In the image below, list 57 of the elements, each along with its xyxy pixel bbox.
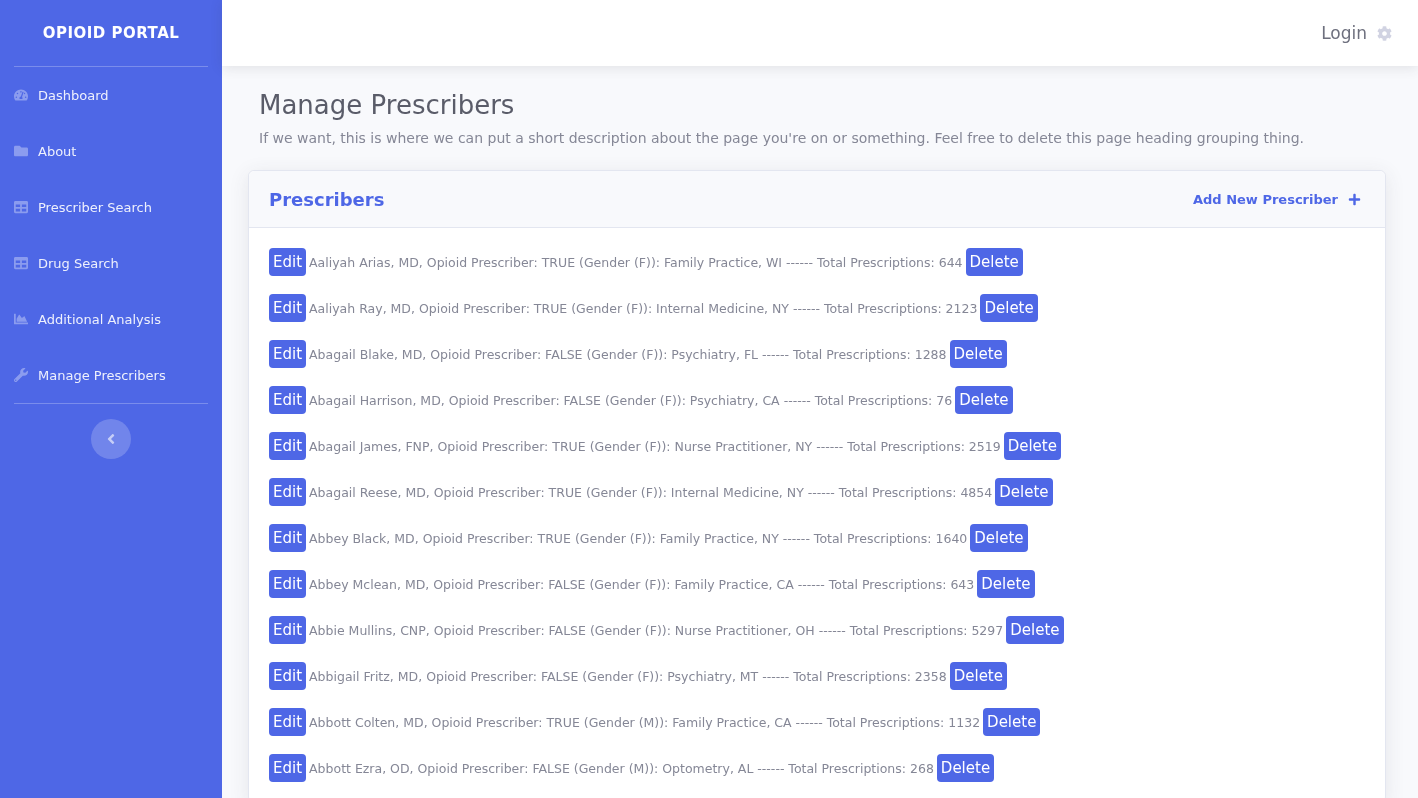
card-title: Prescribers [269,188,385,210]
edit-button[interactable]: Edit [269,662,307,690]
prescriber-entry: Abbott Ezra, OD, Opioid Prescriber: FALSE (Gender (M)): Optometry, AL ------ Total Prescriptions: 268 [309,760,934,776]
gauge-icon [14,88,28,102]
prescriber-entry: Aaliyah Arias, MD, Opioid Prescriber: TRUE (Gender (F)): Family Practice, WI ------ Total Prescriptions: 644 [309,254,963,270]
plus-icon [1348,192,1361,206]
sidebar-item[interactable]: Dashboard [14,67,208,123]
edit-button[interactable]: Edit [269,616,307,644]
brand-title: OPIOID PORTAL [14,0,208,67]
edit-button[interactable]: Edit [269,708,307,736]
edit-button[interactable]: Edit [269,478,307,506]
delete-button[interactable]: Delete [1006,616,1064,644]
delete-button[interactable]: Delete [983,708,1041,736]
login-link[interactable]: Login [1321,23,1367,43]
prescriber-entry: Aaliyah Ray, MD, Opioid Prescriber: TRUE (Gender (F)): Internal Medicine, NY ------ Total Prescriptions: 2123 [309,300,978,316]
page-description: If we want, this is where we can put a short description about the page you're on or something. Feel free to delete this page heading grouping thing. [259,130,1306,146]
delete-button[interactable]: Delete [955,386,1013,414]
sidebar-item[interactable]: Drug Search [14,235,208,291]
prescriber-entry: Abbie Mullins, CNP, Opioid Prescriber: FALSE (Gender (F)): Nurse Practitioner, OH ------ Total Prescriptions: 5297 [309,622,1004,638]
add-prescriber-link[interactable]: Add New Prescriber [1192,191,1361,207]
edit-button[interactable]: Edit [269,294,307,322]
prescriber-entry: Abagail James, FNP, Opioid Prescriber: TRUE (Gender (F)): Nurse Practitioner, NY ------ Total Prescriptions: 2519 [309,438,1001,454]
edit-button[interactable]: Edit [269,754,307,782]
prescriber-entry: Abagail Blake, MD, Opioid Prescriber: FALSE (Gender (F)): Psychiatry, FL ------ Total Prescriptions: 1288 [309,346,947,362]
edit-button[interactable]: Edit [269,248,307,276]
folder-icon [14,144,28,158]
area-chart-icon [14,312,28,326]
table-icon [14,256,28,270]
edit-button[interactable]: Edit [269,386,307,414]
sidebar-item[interactable]: Additional Analysis [14,291,208,347]
edit-button[interactable]: Edit [269,570,307,598]
sidebar-item[interactable]: Manage Prescribers [14,347,208,403]
prescriber-entry: Abagail Reese, MD, Opioid Prescriber: TRUE (Gender (F)): Internal Medicine, NY ------ Total Prescriptions: 4854 [309,484,993,500]
delete-button[interactable]: Delete [995,478,1053,506]
delete-button[interactable]: Delete [949,340,1007,368]
sidebar-item[interactable]: About [14,123,208,179]
edit-button[interactable]: Edit [269,340,307,368]
prescriber-entry: Abbey Black, MD, Opioid Prescriber: TRUE (Gender (F)): Family Practice, NY ------ Total Prescriptions: 1640 [309,530,968,546]
prescriber-entry: Abbott Colten, MD, Opioid Prescriber: TRUE (Gender (M)): Family Practice, CA ------ Total Prescriptions: 1132 [309,714,981,730]
prescriber-entry: Abbigail Fritz, MD, Opioid Prescriber: FALSE (Gender (F)): Psychiatry, MT ------ Total Prescriptions: 2358 [309,668,947,684]
wrench-icon [14,368,28,382]
page-title: Manage Prescribers [259,90,516,120]
edit-button[interactable]: Edit [269,524,307,552]
edit-button[interactable]: Edit [269,432,307,460]
delete-button[interactable]: Delete [949,662,1007,690]
prescriber-entry: Abbey Mclean, MD, Opioid Prescriber: FALSE (Gender (F)): Family Practice, CA ------ Total Prescriptions: 643 [309,576,975,592]
table-icon [14,200,28,214]
delete-button[interactable]: Delete [936,754,995,782]
delete-button[interactable]: Delete [1003,432,1061,460]
collapse-sidebar-button[interactable] [91,419,131,459]
settings-icon[interactable] [1377,25,1392,41]
sidebar-item[interactable]: Prescriber Search [14,179,208,235]
delete-button[interactable]: Delete [977,570,1035,598]
delete-button[interactable]: Delete [980,294,1038,322]
delete-button[interactable]: Delete [965,248,1023,276]
prescriber-entry: Abagail Harrison, MD, Opioid Prescriber: FALSE (Gender (F)): Psychiatry, CA ------ Total Prescriptions: 76 [309,392,953,408]
delete-button[interactable]: Delete [970,524,1028,552]
